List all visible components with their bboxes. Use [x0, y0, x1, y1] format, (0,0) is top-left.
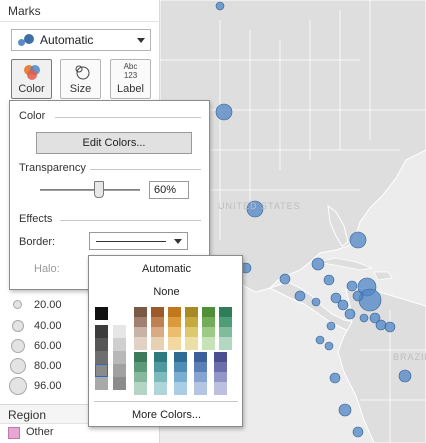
hue-swatch[interactable] — [134, 382, 147, 395]
divider — [55, 117, 201, 118]
border-dropdown[interactable] — [89, 232, 188, 250]
border-line-preview — [96, 241, 166, 242]
hue-swatch[interactable] — [134, 337, 147, 350]
border-label: Border: — [19, 236, 56, 248]
gray-swatch[interactable] — [113, 325, 126, 338]
map-point — [346, 280, 358, 292]
size-legend-value: 96.00 — [34, 380, 62, 392]
land-hispaniola — [373, 271, 393, 281]
map-point — [329, 372, 341, 384]
transparency-input[interactable]: 60% — [149, 181, 189, 199]
map-point — [349, 231, 367, 249]
color-icon — [24, 65, 40, 80]
hue-swatch[interactable] — [214, 382, 227, 395]
size-legend-value: 40.00 — [34, 320, 62, 332]
map-point — [375, 319, 387, 331]
size-dot — [12, 320, 24, 332]
hue-swatch[interactable] — [219, 337, 232, 350]
border-color-palette: Automatic None More Colors... — [88, 255, 243, 427]
none-option[interactable]: None — [89, 286, 244, 298]
gray-swatch[interactable] — [95, 307, 108, 320]
size-shelf-label: Size — [69, 83, 92, 95]
transparency-slider-thumb[interactable] — [94, 181, 104, 198]
color-shelf-button[interactable]: Color — [11, 59, 52, 99]
chevron-down-icon — [174, 239, 182, 244]
gray-swatch[interactable] — [95, 325, 108, 338]
map-point — [294, 290, 306, 302]
map-label-brazil: BRAZIL — [393, 352, 426, 362]
divider — [60, 220, 201, 221]
hue-swatch[interactable] — [202, 337, 215, 350]
map-point — [326, 321, 336, 331]
color-shelf-label: Color — [18, 83, 45, 95]
map-point — [344, 308, 356, 320]
size-dot — [13, 300, 22, 309]
gray-swatch[interactable] — [113, 307, 126, 320]
size-dot — [10, 358, 26, 374]
region-swatch — [8, 427, 20, 439]
chevron-down-icon — [137, 38, 145, 43]
gray-swatch[interactable] — [113, 351, 126, 364]
map-point — [384, 321, 396, 333]
map-point — [358, 288, 382, 312]
land-cuba — [317, 257, 374, 271]
region-item-label: Other — [26, 426, 54, 438]
size-dot — [11, 339, 25, 353]
label-shelf-button[interactable]: Abc 123 Label — [110, 59, 151, 99]
gray-swatch[interactable] — [95, 364, 108, 377]
size-dot — [9, 377, 27, 395]
map-point — [315, 335, 325, 345]
size-legend-value: 60.00 — [34, 340, 62, 352]
map-point — [311, 257, 325, 271]
map-point — [279, 273, 291, 285]
more-colors-option[interactable]: More Colors... — [89, 409, 244, 421]
transparency-label: Transparency — [19, 162, 86, 174]
map-point — [337, 299, 349, 311]
hue-swatch[interactable] — [151, 337, 164, 350]
map-point — [398, 369, 412, 383]
hue-swatch[interactable] — [154, 382, 167, 395]
hue-swatch[interactable] — [194, 382, 207, 395]
map-point — [352, 426, 364, 438]
halo-label: Halo: — [34, 263, 60, 275]
mark-type-label: Automatic — [40, 33, 94, 47]
map-point — [323, 274, 335, 286]
hue-swatch[interactable] — [168, 337, 181, 350]
size-shelf-button[interactable]: Size — [60, 59, 101, 99]
map-point — [311, 297, 321, 307]
circle-mark-icon — [18, 34, 34, 46]
gray-swatch[interactable] — [95, 351, 108, 364]
gray-swatch[interactable] — [113, 338, 126, 351]
divider — [94, 401, 238, 402]
marks-title: Marks — [8, 4, 41, 18]
map-point — [359, 313, 369, 323]
gray-swatch[interactable] — [113, 364, 126, 377]
marks-header: Marks — [0, 0, 160, 22]
map-point — [215, 103, 233, 121]
gray-swatch[interactable] — [95, 377, 108, 390]
size-icon — [75, 65, 90, 80]
map-point — [352, 290, 364, 302]
label-shelf-label: Label — [117, 83, 144, 95]
hue-swatch[interactable] — [174, 382, 187, 395]
label-icon: Abc 123 — [123, 62, 138, 80]
edit-colors-button[interactable]: Edit Colors... — [36, 132, 192, 154]
automatic-option[interactable]: Automatic — [89, 263, 244, 275]
color-section-label: Color — [19, 110, 46, 122]
mark-type-dropdown[interactable]: Automatic — [11, 29, 151, 51]
size-legend-value: 80.00 — [34, 360, 62, 372]
effects-label: Effects — [19, 213, 53, 225]
gray-swatch[interactable] — [113, 377, 126, 390]
divider — [90, 169, 201, 170]
region-legend-title: Region — [8, 408, 47, 422]
map-point — [324, 341, 334, 351]
size-legend-value: 20.00 — [34, 299, 62, 311]
hue-swatch[interactable] — [185, 337, 198, 350]
transparency-slider-track[interactable] — [40, 189, 140, 191]
gray-swatch[interactable] — [95, 338, 108, 351]
map-label-united-states: UNITED STATES — [218, 201, 301, 211]
map-point — [338, 403, 352, 417]
map-point — [215, 1, 225, 11]
